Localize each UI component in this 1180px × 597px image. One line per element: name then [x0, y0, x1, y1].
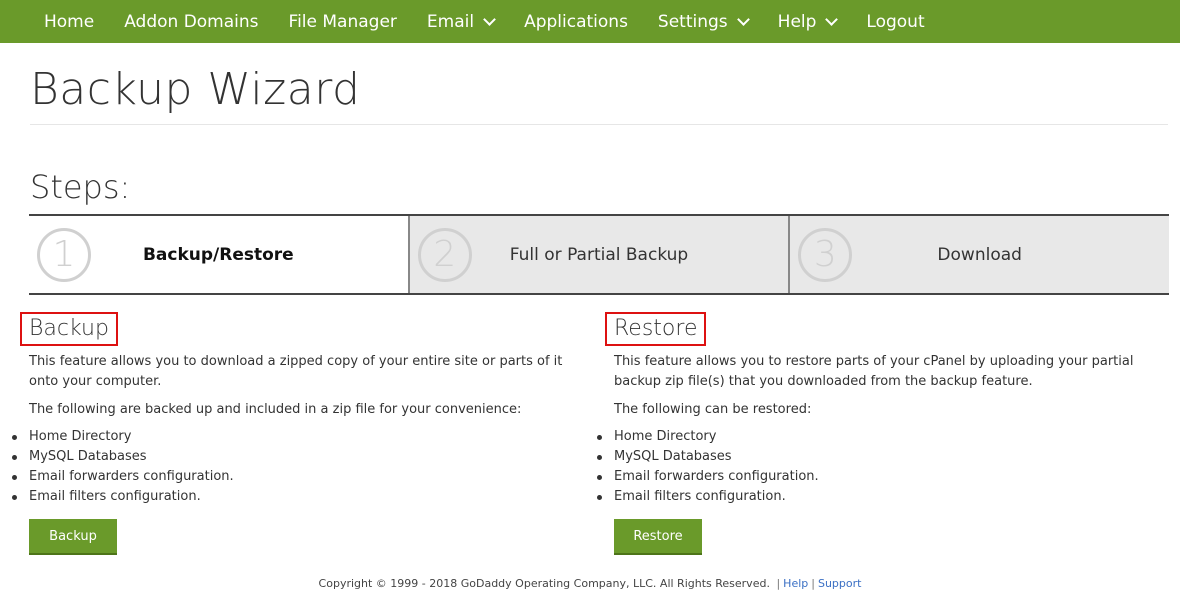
nav-applications[interactable]: Applications	[509, 0, 643, 43]
nav-email[interactable]: Email	[412, 0, 509, 43]
nav-file-manager[interactable]: File Manager	[274, 0, 412, 43]
restore-description: This feature allows you to restore parts…	[614, 354, 1134, 389]
footer: Copyright © 1999 - 2018 GoDaddy Operatin…	[0, 577, 1180, 590]
nav-settings-label: Settings	[657, 11, 728, 32]
nav-help[interactable]: Help	[763, 0, 852, 43]
list-item: MySQL Databases	[597, 447, 1165, 467]
steps-heading: Steps:	[30, 168, 131, 206]
nav-addon-domains-label: Addon Domains	[124, 11, 259, 32]
title-divider	[30, 124, 1168, 125]
restore-title: Restore	[605, 312, 707, 346]
step-label: Download	[937, 244, 1022, 265]
nav-applications-label: Applications	[524, 11, 628, 32]
nav-file-manager-label: File Manager	[288, 11, 397, 32]
step-full-or-partial-backup[interactable]: 2 Full or Partial Backup	[407, 216, 789, 293]
list-item: Email forwarders configuration.	[597, 467, 1165, 487]
step-label: Full or Partial Backup	[509, 244, 689, 265]
backup-subheading: The following are backed up and included…	[29, 402, 522, 417]
backup-section: Backup This feature allows you to downlo…	[12, 312, 580, 555]
nav-logout[interactable]: Logout	[851, 0, 939, 43]
nav-logout-label: Logout	[866, 11, 925, 32]
step-label: Backup/Restore	[142, 244, 294, 265]
list-item: Email filters configuration.	[597, 487, 1165, 507]
wizard-steps: 1 Backup/Restore 2 Full or Partial Backu…	[29, 214, 1170, 295]
footer-separator: |	[811, 577, 815, 590]
backup-description: This feature allows you to download a zi…	[29, 354, 563, 389]
nav-home-label: Home	[44, 11, 95, 32]
list-item: Home Directory	[597, 427, 1165, 447]
top-navigation: Home Addon Domains File Manager Email Ap…	[0, 0, 1180, 43]
page-title: Backup Wizard	[30, 64, 361, 115]
nav-email-label: Email	[426, 11, 475, 32]
list-item: MySQL Databases	[12, 447, 580, 467]
restore-subheading: The following can be restored:	[614, 402, 812, 417]
restore-item-list: Home Directory MySQL Databases Email for…	[597, 427, 1165, 507]
list-item: Email forwarders configuration.	[12, 467, 580, 487]
footer-separator: |	[776, 577, 781, 590]
restore-section: Restore This feature allows you to resto…	[597, 312, 1165, 555]
chevron-down-icon	[736, 12, 750, 26]
step-download[interactable]: 3 Download	[788, 216, 1170, 293]
nav-home[interactable]: Home	[0, 0, 109, 43]
list-item: Home Directory	[12, 427, 580, 447]
help-link[interactable]: Help	[783, 577, 808, 590]
nav-help-label: Help	[777, 11, 817, 32]
copyright-text: Copyright © 1999 - 2018 GoDaddy Operatin…	[318, 577, 770, 590]
support-link[interactable]: Support	[818, 577, 861, 590]
step-backup-restore[interactable]: 1 Backup/Restore	[29, 216, 408, 293]
backup-button[interactable]: Backup	[29, 519, 117, 555]
restore-button[interactable]: Restore	[614, 519, 702, 555]
backup-title: Backup	[20, 312, 118, 346]
list-item: Email filters configuration.	[12, 487, 580, 507]
nav-addon-domains[interactable]: Addon Domains	[109, 0, 273, 43]
nav-settings[interactable]: Settings	[643, 0, 763, 43]
chevron-down-icon	[483, 12, 496, 26]
backup-item-list: Home Directory MySQL Databases Email for…	[12, 427, 580, 507]
chevron-down-icon	[825, 12, 839, 26]
